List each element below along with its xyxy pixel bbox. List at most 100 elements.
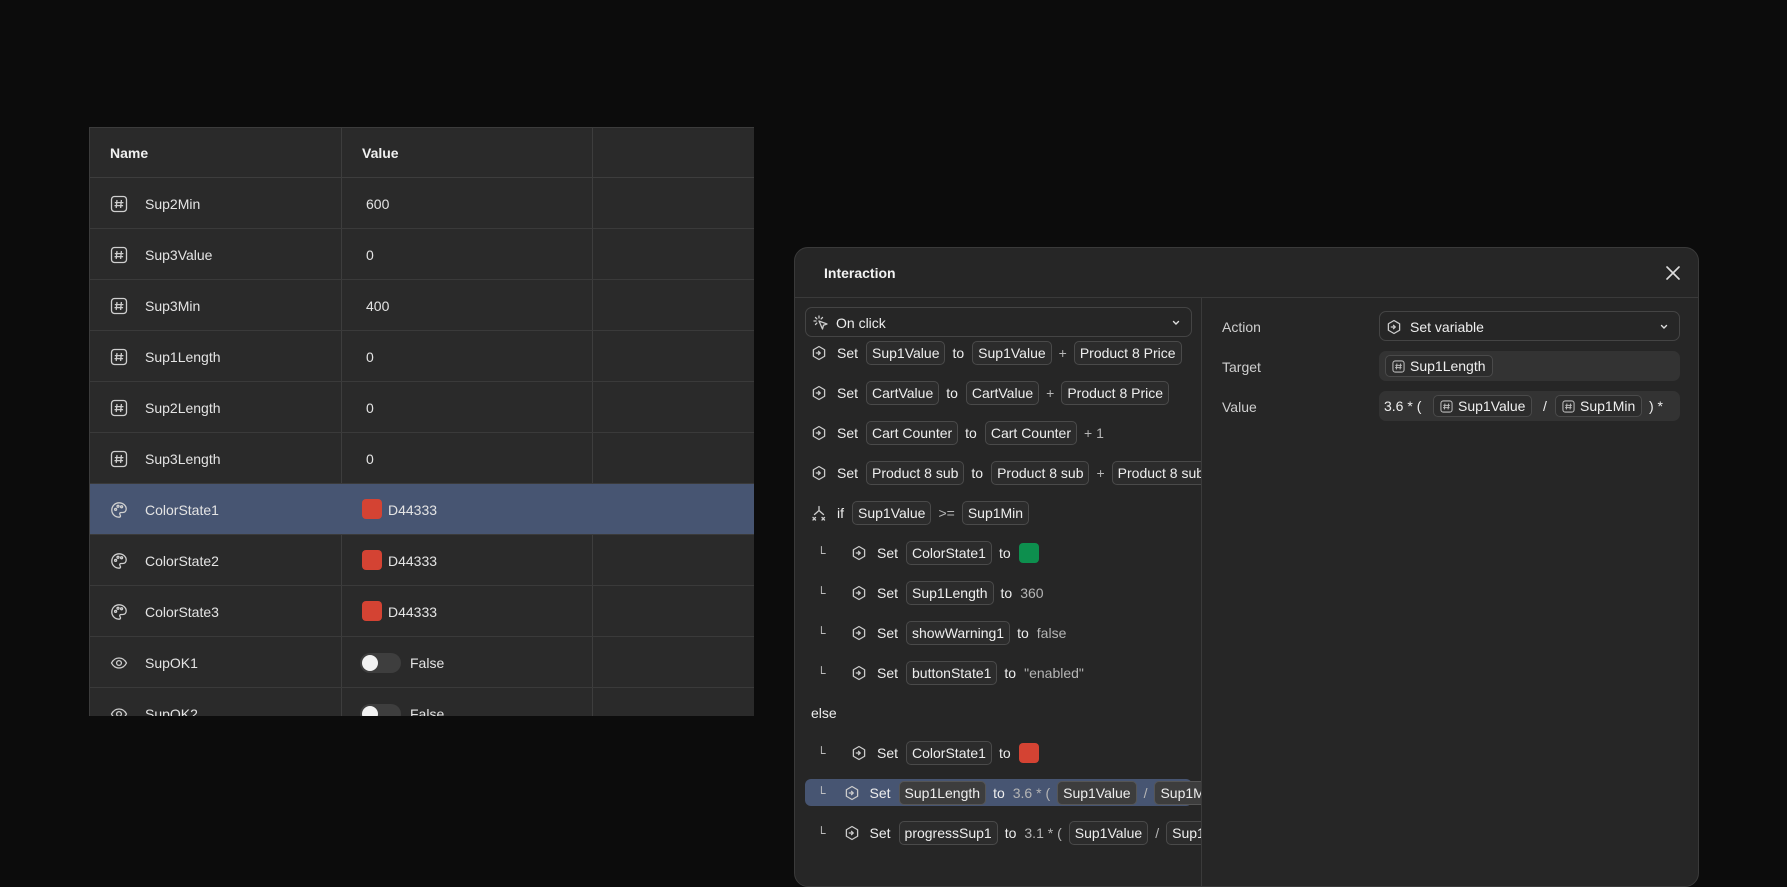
color-swatch[interactable] (362, 550, 382, 570)
variable-chip[interactable]: Product 8 Price (1061, 380, 1170, 405)
boolean-toggle[interactable] (360, 704, 401, 716)
table-row[interactable]: Sup2Min 600 (90, 178, 754, 229)
variable-value: False (410, 706, 445, 716)
target-variable-chip[interactable]: Sup1Length (1385, 355, 1493, 377)
keyword: to (1017, 624, 1029, 641)
keyword: Set (837, 344, 859, 361)
variable-value[interactable]: 0 (366, 247, 374, 263)
dialog-divider (795, 297, 1698, 298)
table-row[interactable]: Sup3Min 400 (90, 280, 754, 331)
variable-value[interactable]: D44333 (388, 502, 437, 518)
action-line[interactable]: └ Set ColorState1 to (805, 739, 1192, 766)
variable-chip[interactable]: Sup1Min (1154, 780, 1201, 805)
close-button[interactable] (1662, 262, 1684, 284)
action-line[interactable]: if Sup1Value >= Sup1Min (805, 499, 1192, 526)
boolean-toggle[interactable] (360, 653, 401, 673)
table-row[interactable]: SupOK2 False (90, 688, 754, 716)
action-value: Set variable (1410, 319, 1484, 335)
keyword: Set (837, 464, 859, 481)
action-select[interactable]: Set variable (1379, 311, 1680, 341)
keyword: to (1004, 824, 1017, 841)
toggle-knob (362, 706, 378, 716)
value-operator: / (1543, 398, 1547, 414)
variable-name: Sup2Min (145, 196, 201, 212)
variable-chip[interactable]: Sup1Value (866, 340, 946, 365)
target-field[interactable]: Sup1Length (1379, 351, 1680, 381)
action-line[interactable]: else (805, 699, 1192, 726)
chevron-down-icon (1172, 320, 1180, 325)
variable-chip[interactable]: CartValue (965, 380, 1040, 405)
action-line[interactable]: └ Set Sup1Length to 360 (805, 579, 1192, 606)
color-swatch[interactable] (362, 499, 382, 519)
color-swatch[interactable] (362, 601, 382, 621)
action-line[interactable]: └ Set progressSup1 to 3.1 * (Sup1Value / Sup1M… (805, 819, 1201, 846)
variable-name: Sup1Length (145, 349, 221, 365)
variable-chip[interactable]: Cart Counter (866, 420, 959, 445)
operator: + (1058, 344, 1067, 361)
variable-value[interactable]: 0 (366, 349, 374, 365)
variable-value[interactable]: D44333 (388, 604, 437, 620)
variable-value: False (410, 655, 445, 671)
action-line[interactable]: └ Set Sup1Length to 3.6 * (Sup1Value / Sup1Min (805, 779, 1201, 806)
variable-chip[interactable]: buttonState1 (906, 660, 998, 685)
color-value-swatch[interactable] (1018, 742, 1039, 763)
table-row[interactable]: Sup3Length 0 (90, 433, 754, 484)
variable-chip[interactable]: Product 8 sub (991, 460, 1090, 485)
color-value-swatch[interactable] (1018, 542, 1039, 563)
palette-icon (111, 553, 127, 569)
variable-chip[interactable]: Sup1Min (961, 500, 1030, 525)
action-line[interactable]: Set CartValue to CartValue + Product 8 Price (805, 379, 1192, 406)
literal-value: 3.1 * ( (1024, 824, 1062, 841)
eye-icon (110, 657, 128, 669)
table-row[interactable]: SupOK1 False (90, 637, 754, 688)
variable-value[interactable]: 400 (366, 298, 389, 314)
keyword: if (837, 504, 844, 521)
value-variable-chip[interactable]: Sup1Min (1555, 395, 1643, 417)
interaction-dialog: Interaction On click Set Sup1Value to Sup1V… (794, 247, 1699, 887)
action-line[interactable]: └ Set buttonState1 to "enabled" (805, 659, 1192, 686)
variable-chip[interactable]: Sup1Min (1166, 820, 1201, 845)
action-line[interactable]: └ Set ColorState1 to (805, 539, 1192, 566)
variable-chip[interactable]: Cart Counter (984, 420, 1078, 445)
set-variable-icon (812, 465, 826, 480)
palette-icon (111, 502, 127, 518)
set-variable-icon (852, 585, 866, 600)
variable-chip[interactable]: ColorState1 (906, 540, 992, 565)
variable-chip[interactable]: Product 8 sub (866, 460, 965, 485)
action-line[interactable]: └ Set showWarning1 to false (805, 619, 1192, 646)
value-suffix: ) * (1649, 398, 1663, 414)
table-row[interactable]: ColorState3 D44333 (90, 586, 754, 637)
table-row[interactable]: ColorState2 D44333 (90, 535, 754, 586)
table-row[interactable]: ColorState1 D44333 (90, 484, 754, 535)
table-row[interactable]: Sup2Length 0 (90, 382, 754, 433)
value-field[interactable]: 3.6 * ( Sup1Value / Sup1Min ) * (1379, 391, 1680, 421)
variable-chip[interactable]: progressSup1 (898, 820, 998, 845)
value-variable-chip[interactable]: Sup1Value (1433, 395, 1533, 417)
variable-chip[interactable]: Sup1Length (906, 580, 994, 605)
variable-chip[interactable]: Product 8 Price (1073, 340, 1182, 365)
action-line[interactable]: Set Cart Counter to Cart Counter + 1 (805, 419, 1192, 446)
variable-value[interactable]: 0 (366, 400, 374, 416)
number-variable-icon (110, 297, 128, 315)
table-row[interactable]: Sup1Length 0 (90, 331, 754, 382)
variable-chip[interactable]: showWarning1 (906, 620, 1011, 645)
variable-value[interactable]: 0 (366, 451, 374, 467)
keyword: Set (837, 424, 859, 441)
trigger-select[interactable]: On click (805, 307, 1192, 337)
variable-chip[interactable]: Sup1Value (852, 500, 932, 525)
variable-chip[interactable]: Sup1Length (898, 780, 987, 805)
variable-value[interactable]: D44333 (388, 553, 437, 569)
variable-chip[interactable]: Product 8 sub (1111, 460, 1201, 485)
operator: / (1155, 824, 1160, 841)
branch-connector: └ (817, 625, 826, 640)
toggle-knob (362, 655, 378, 671)
action-line[interactable]: Set Sup1Value to Sup1Value + Product 8 Price (805, 339, 1192, 366)
variable-chip[interactable]: ColorState1 (906, 740, 992, 765)
variable-chip[interactable]: Sup1Value (972, 340, 1052, 365)
action-line[interactable]: Set Product 8 sub to Product 8 sub + Product … (805, 459, 1201, 486)
table-row[interactable]: Sup3Value 0 (90, 229, 754, 280)
variable-chip[interactable]: Sup1Value (1057, 780, 1137, 805)
variable-chip[interactable]: CartValue (866, 380, 940, 405)
variable-chip[interactable]: Sup1Value (1068, 820, 1149, 845)
variable-value[interactable]: 600 (366, 196, 389, 212)
